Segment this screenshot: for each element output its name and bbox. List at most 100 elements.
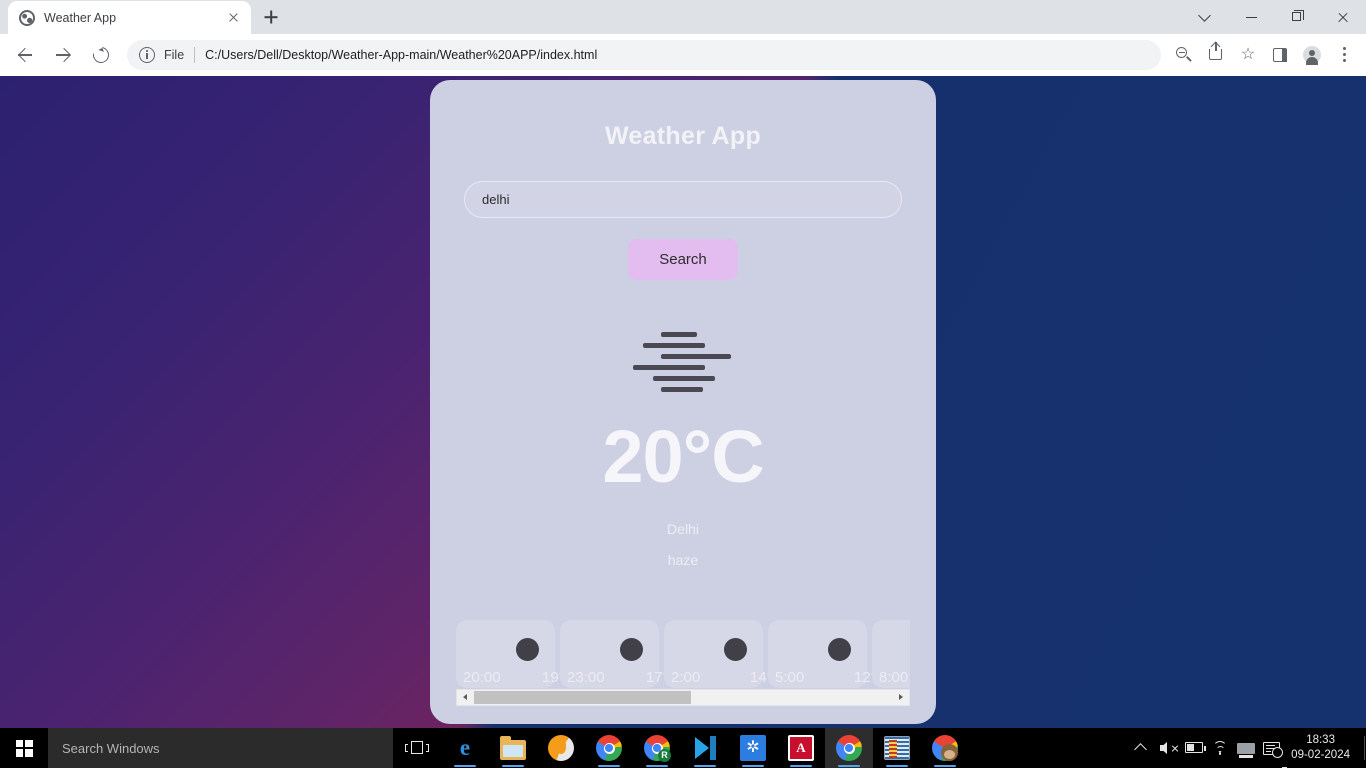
- show-hidden-icons-chevron[interactable]: [1129, 728, 1155, 768]
- reload-icon[interactable]: [85, 39, 117, 71]
- forecast-time: 23:00: [567, 669, 605, 686]
- weather-app-card: Weather App Search 20°C Delhi haze: [430, 80, 936, 724]
- system-tray: 18:33 09-02-2024: [1129, 728, 1366, 768]
- taskbar-app-adobe-acrobat[interactable]: A: [777, 728, 825, 768]
- edge-icon: e: [459, 735, 471, 760]
- scrollbar-track[interactable]: [474, 690, 892, 705]
- horizontal-scrollbar[interactable]: [456, 689, 910, 706]
- windows-logo-icon: [15, 739, 33, 757]
- notifications-icon[interactable]: [1259, 728, 1287, 768]
- close-icon[interactable]: [225, 9, 242, 26]
- page-title: Weather App: [604, 122, 762, 150]
- three-dot-menu-icon[interactable]: [1329, 40, 1359, 70]
- shield-icon: [548, 735, 574, 761]
- taskbar-search-input[interactable]: Search Windows: [48, 728, 393, 768]
- acrobat-icon: A: [788, 735, 814, 761]
- browser-window: Weather App File C:/Users/Dell/Desktop/W…: [0, 0, 1366, 728]
- taskbar-app-chrome-r[interactable]: R: [633, 728, 681, 768]
- windows-taskbar: Search Windows e R ✲ A 18:33 09-02-2024: [0, 728, 1366, 768]
- new-tab-button[interactable]: [257, 3, 285, 31]
- search-button-wrap: Search: [430, 239, 936, 280]
- taskbar-app-settings[interactable]: ✲: [729, 728, 777, 768]
- tab-search-button[interactable]: [1182, 0, 1228, 34]
- browser-toolbar: File C:/Users/Dell/Desktop/Weather-App-m…: [0, 34, 1366, 76]
- forecast-section: 20:00 19°C 23:00 17°C 2:00 14°C 5:00 12°…: [456, 620, 910, 706]
- forecast-time: 2:00: [671, 669, 701, 686]
- tab-strip: Weather App: [0, 0, 1366, 34]
- taskbar-app-winrar[interactable]: [873, 728, 921, 768]
- forecast-track[interactable]: 20:00 19°C 23:00 17°C 2:00 14°C 5:00 12°…: [456, 620, 910, 688]
- taskbar-app-file-explorer[interactable]: [489, 728, 537, 768]
- scroll-right-arrow-icon[interactable]: [892, 690, 909, 705]
- window-controls: [1182, 0, 1366, 34]
- gear-icon: ✲: [740, 735, 766, 761]
- taskbar-app-google-chrome-active[interactable]: [825, 728, 873, 768]
- bookmark-star-icon[interactable]: ☆: [1233, 40, 1263, 70]
- back-arrow-icon[interactable]: [9, 39, 41, 71]
- share-icon[interactable]: [1201, 40, 1231, 70]
- scrollbar-thumb[interactable]: [474, 691, 692, 704]
- search-input[interactable]: [464, 181, 902, 218]
- weather-icon-wrap: [430, 314, 936, 410]
- maximize-button[interactable]: [1274, 0, 1320, 34]
- task-view-button[interactable]: [393, 728, 441, 768]
- battery-icon[interactable]: [1181, 728, 1207, 768]
- dot-icon: [620, 638, 643, 661]
- scroll-left-arrow-icon[interactable]: [457, 690, 474, 705]
- forward-arrow-icon[interactable]: [47, 39, 79, 71]
- search-row: [464, 181, 902, 218]
- forecast-time: 20:00: [463, 669, 501, 686]
- forecast-card[interactable]: 23:00 17°C: [560, 620, 680, 688]
- tab-title: Weather App: [44, 10, 117, 25]
- taskbar-app-google-chrome[interactable]: [585, 728, 633, 768]
- info-circle-icon: [139, 47, 155, 63]
- taskbar-clock[interactable]: 18:33 09-02-2024: [1285, 733, 1362, 763]
- side-panel-icon[interactable]: [1265, 40, 1295, 70]
- dot-icon: [724, 638, 747, 661]
- clock-time: 18:33: [1306, 734, 1335, 746]
- taskbar-app-microsoft-edge[interactable]: e: [441, 728, 489, 768]
- show-desktop-button[interactable]: [1362, 728, 1366, 768]
- chrome-r-icon: R: [644, 735, 671, 762]
- haze-bars-icon: [633, 332, 733, 392]
- page-viewport: Weather App Search 20°C Delhi haze: [0, 76, 1366, 728]
- clock-date: 09-02-2024: [1291, 749, 1350, 761]
- forecast-time: 5:00: [775, 669, 805, 686]
- taskbar-app-chrome-monkey[interactable]: [921, 728, 969, 768]
- forecast-card[interactable]: 20:00 19°C: [456, 620, 576, 688]
- file-explorer-icon: [500, 736, 526, 760]
- taskbar-app-visual-studio-code[interactable]: [681, 728, 729, 768]
- forecast-card[interactable]: 5:00 12°C: [768, 620, 888, 688]
- chrome-icon: [596, 735, 622, 761]
- globe-icon: [19, 9, 35, 26]
- dot-icon: [828, 638, 851, 661]
- forecast-card[interactable]: 8:00: [872, 620, 910, 688]
- start-button[interactable]: [0, 728, 48, 768]
- address-bar[interactable]: File C:/Users/Dell/Desktop/Weather-App-m…: [127, 40, 1161, 70]
- toolbar-icon-group: ☆: [1168, 40, 1360, 70]
- chrome-monkey-icon: [932, 735, 958, 761]
- url-scheme-label: File: [164, 48, 185, 62]
- vscode-icon: [692, 735, 718, 761]
- display-icon[interactable]: [1233, 728, 1259, 768]
- winrar-icon: [884, 736, 910, 760]
- forecast-card[interactable]: 2:00 14°C: [664, 620, 784, 688]
- forecast-time: 8:00: [879, 669, 909, 686]
- search-placeholder: Search Windows: [62, 740, 160, 756]
- task-view-icon: [405, 740, 429, 756]
- wifi-icon[interactable]: [1207, 728, 1233, 768]
- weather-condition: haze: [667, 552, 699, 568]
- taskbar-app-avast-security[interactable]: [537, 728, 585, 768]
- search-button[interactable]: Search: [628, 239, 738, 280]
- chrome-active-icon: [836, 735, 862, 761]
- tab-weather-app[interactable]: Weather App: [8, 1, 251, 34]
- profile-avatar-icon[interactable]: [1297, 40, 1327, 70]
- temperature-value: 20°C: [602, 415, 764, 498]
- dot-icon: [516, 638, 539, 661]
- close-window-button[interactable]: [1320, 0, 1366, 34]
- url-text: C:/Users/Dell/Desktop/Weather-App-main/W…: [205, 48, 598, 62]
- zoom-out-icon[interactable]: [1169, 40, 1199, 70]
- divider: [194, 47, 196, 63]
- minimize-button[interactable]: [1228, 0, 1274, 34]
- volume-muted-icon[interactable]: [1155, 728, 1181, 768]
